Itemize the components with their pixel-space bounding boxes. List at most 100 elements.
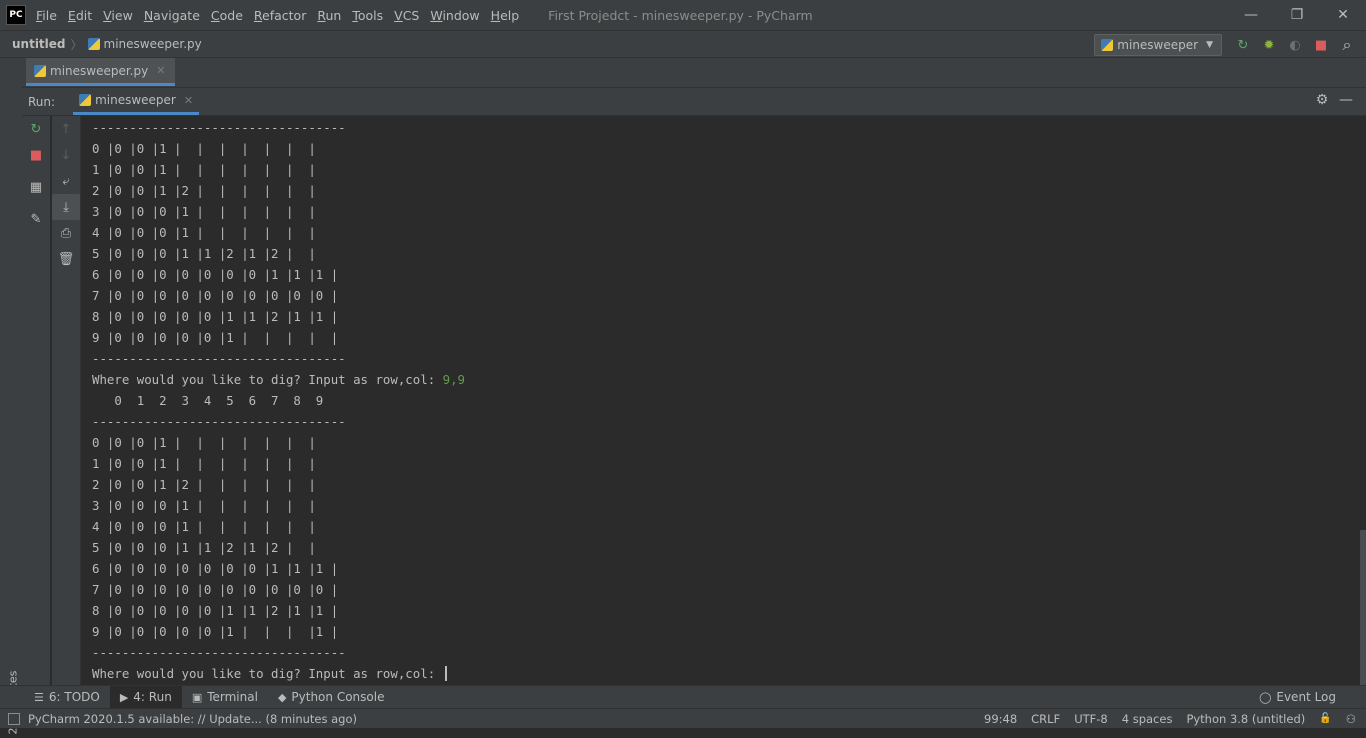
console-line: 7 |0 |0 |0 |0 |0 |0 |0 |0 |0 |0 | bbox=[92, 582, 339, 597]
rerun-icon[interactable]: ↻ bbox=[1230, 35, 1256, 55]
console-line: 4 |0 |0 |0 |1 | | | | | | bbox=[92, 519, 316, 534]
soft-wrap-icon[interactable]: ⤶ bbox=[52, 168, 80, 194]
breadcrumb-file[interactable]: minesweeper.py bbox=[87, 37, 202, 51]
left-tool-strip: 2: Favorites ★ bbox=[0, 58, 23, 735]
run-toolbar-primary: ↻ ■ ▦ ✎ bbox=[22, 116, 50, 685]
event-log-button[interactable]: ◯ Event Log bbox=[1259, 686, 1336, 708]
console-line: 5 |0 |0 |0 |1 |1 |2 |1 |2 | | bbox=[92, 246, 316, 261]
console-line: 6 |0 |0 |0 |0 |0 |0 |0 |1 |1 |1 | bbox=[92, 267, 339, 282]
breadcrumb-project[interactable]: untitled bbox=[12, 37, 66, 51]
run-panel-header: Run: minesweeper ✕ ⚙ — bbox=[22, 88, 1366, 116]
title-bar: PC File Edit View Navigate Code Refactor Run To… bbox=[0, 0, 1366, 30]
console-scrollbar[interactable] bbox=[1360, 530, 1366, 685]
panel-toggle-icon[interactable] bbox=[8, 712, 20, 725]
file-encoding[interactable]: UTF-8 bbox=[1074, 712, 1108, 726]
stop-icon[interactable]: ■ bbox=[1308, 35, 1334, 55]
restore-layout-icon[interactable]: ▦ bbox=[22, 174, 50, 200]
editor-tab-label: minesweeper.py bbox=[50, 63, 149, 78]
console-line: ---------------------------------- bbox=[92, 351, 346, 366]
menu-run[interactable]: Run bbox=[317, 8, 341, 23]
tool-tab-icon: ▣ bbox=[191, 690, 203, 704]
console-line: ---------------------------------- bbox=[92, 414, 346, 429]
trash-icon[interactable]: 🗑 bbox=[52, 246, 80, 272]
tool-tab-run[interactable]: ▶ 4: Run bbox=[109, 686, 182, 708]
run-actions: ↻ ✹ ◐ ■ ⌕ bbox=[1230, 35, 1360, 55]
console-line: 0 |0 |0 |1 | | | | | | | bbox=[92, 435, 316, 450]
breadcrumb-separator: 〉 bbox=[70, 37, 83, 52]
python-interpreter[interactable]: Python 3.8 (untitled) bbox=[1186, 712, 1305, 726]
down-arrow-icon[interactable]: ↓ bbox=[52, 142, 80, 168]
status-message[interactable]: PyCharm 2020.1.5 available: // Update...… bbox=[8, 712, 357, 726]
menu-window[interactable]: Window bbox=[430, 8, 479, 23]
user-input-text: 9,9 bbox=[442, 372, 466, 387]
line-separator[interactable]: CRLF bbox=[1031, 712, 1060, 726]
pin-icon[interactable]: ✎ bbox=[22, 206, 50, 232]
python-run-config-icon bbox=[1101, 39, 1114, 51]
rerun-icon[interactable]: ↻ bbox=[22, 116, 50, 142]
menu-code[interactable]: Code bbox=[211, 8, 243, 23]
window-controls: — ❐ ✕ bbox=[1228, 0, 1366, 30]
run-panel-title: Run: bbox=[28, 94, 56, 109]
tool-tab-todo[interactable]: ☰ 6: TODO bbox=[24, 686, 110, 708]
run-tab-minesweeper[interactable]: minesweeper ✕ bbox=[73, 88, 200, 115]
menu-edit[interactable]: Edit bbox=[68, 8, 92, 23]
menu-bar: File Edit View Navigate Code Refactor Run Tools… bbox=[36, 8, 530, 23]
hide-panel-icon[interactable]: — bbox=[1334, 92, 1358, 108]
stop-icon[interactable]: ■ bbox=[22, 142, 50, 168]
menu-view[interactable]: View bbox=[103, 8, 133, 23]
menu-navigate[interactable]: Navigate bbox=[144, 8, 200, 23]
console-line: 6 |0 |0 |0 |0 |0 |0 |0 |1 |1 |1 | bbox=[92, 561, 339, 576]
run-config-dropdown[interactable]: minesweeper ▼ bbox=[1094, 34, 1222, 56]
minimize-icon[interactable]: — bbox=[1228, 0, 1274, 30]
console-line: 9 |0 |0 |0 |0 |0 |1 | | | | | bbox=[92, 330, 339, 345]
lock-icon[interactable]: 🔓 bbox=[1319, 713, 1331, 724]
console-line: 0 |0 |0 |1 | | | | | | | bbox=[92, 141, 316, 156]
print-icon[interactable]: ⎙ bbox=[52, 220, 80, 246]
gear-icon[interactable]: ⚙ bbox=[1310, 92, 1334, 108]
tool-tab-terminal[interactable]: ▣ Terminal bbox=[182, 686, 268, 708]
breadcrumb-file-label: minesweeper.py bbox=[103, 37, 202, 51]
menu-tools[interactable]: Tools bbox=[352, 8, 383, 23]
update-notice: PyCharm 2020.1.5 available: // Update...… bbox=[28, 711, 358, 726]
console-line: 4 |0 |0 |0 |1 | | | | | | bbox=[92, 225, 316, 240]
tab-minesweeper-py[interactable]: minesweeper.py ✕ bbox=[26, 58, 176, 86]
indent-setting[interactable]: 4 spaces bbox=[1122, 712, 1173, 726]
console-line: 2 |0 |0 |1 |2 | | | | | | bbox=[92, 477, 316, 492]
tool-tab-python-console[interactable]: ◆ Python Console bbox=[268, 686, 395, 708]
python-file-icon bbox=[79, 94, 92, 106]
inspect-icon[interactable]: ⚇ bbox=[1346, 712, 1356, 726]
console-line: 1 |0 |0 |1 | | | | | | | bbox=[92, 162, 316, 177]
tool-tab-list: ☰ 6: TODO ▶ 4: Run ▣ Terminal ◆ Python Console bbox=[24, 686, 394, 708]
restore-icon[interactable]: ❐ bbox=[1274, 0, 1320, 30]
tool-tab-label: 4: Run bbox=[133, 690, 172, 704]
menu-vcs[interactable]: VCS bbox=[394, 8, 419, 23]
menu-refactor[interactable]: Refactor bbox=[254, 8, 306, 23]
console-line: 5 |0 |0 |0 |1 |1 |2 |1 |2 | | bbox=[92, 540, 316, 555]
console-line: 7 |0 |0 |0 |0 |0 |0 |0 |0 |0 |0 | bbox=[92, 288, 339, 303]
window-title: First Projedct - minesweeper.py - PyChar… bbox=[548, 7, 813, 23]
menu-help[interactable]: Help bbox=[491, 8, 520, 23]
console-line: ---------------------------------- bbox=[92, 645, 346, 660]
console-line: 3 |0 |0 |0 |1 | | | | | | bbox=[92, 498, 316, 513]
event-log-label: Event Log bbox=[1276, 690, 1336, 704]
menu-file[interactable]: File bbox=[36, 8, 57, 23]
pycharm-logo-icon: PC bbox=[6, 5, 26, 25]
console-line: Where would you like to dig? Input as ro… bbox=[92, 663, 447, 684]
debug-icon[interactable]: ✹ bbox=[1256, 35, 1282, 55]
up-arrow-icon[interactable]: ↑ bbox=[52, 116, 80, 142]
console-line: 8 |0 |0 |0 |0 |0 |1 |1 |2 |1 |1 | bbox=[92, 603, 339, 618]
console-output[interactable]: ---------------------------------- 0 |0 |… bbox=[81, 116, 1366, 685]
close-icon[interactable]: ✕ bbox=[156, 64, 165, 77]
console-line: ---------------------------------- bbox=[92, 120, 346, 135]
scroll-to-end-icon[interactable]: ⤓ bbox=[52, 194, 80, 220]
tool-tab-icon: ☰ bbox=[34, 690, 44, 704]
tool-tab-label: Python Console bbox=[291, 690, 385, 704]
coverage-icon[interactable]: ◐ bbox=[1282, 35, 1308, 55]
caret-position[interactable]: 99:48 bbox=[984, 712, 1017, 726]
search-icon[interactable]: ⌕ bbox=[1334, 35, 1360, 55]
tool-tab-label: 6: TODO bbox=[48, 690, 100, 704]
chevron-down-icon: ▼ bbox=[1206, 40, 1213, 50]
status-widgets: 99:48 CRLF UTF-8 4 spaces Python 3.8 (un… bbox=[970, 709, 1356, 728]
close-icon[interactable]: ✕ bbox=[1320, 0, 1366, 30]
close-icon[interactable]: ✕ bbox=[184, 94, 193, 107]
